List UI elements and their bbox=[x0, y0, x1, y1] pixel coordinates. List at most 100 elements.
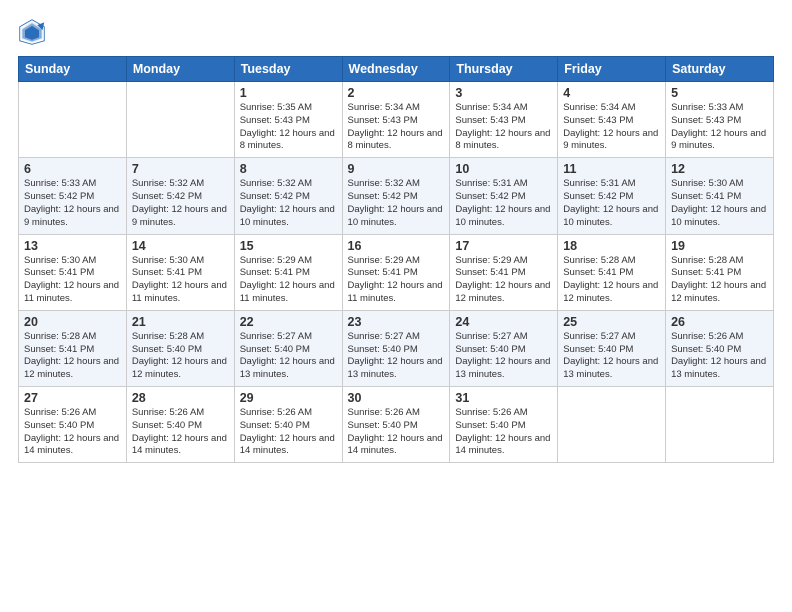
day-info: Sunrise: 5:34 AMSunset: 5:43 PMDaylight:… bbox=[455, 102, 552, 153]
calendar-cell: 1 Sunrise: 5:35 AMSunset: 5:43 PMDaylight… bbox=[234, 82, 342, 158]
day-number: 13 bbox=[24, 239, 121, 253]
day-number: 3 bbox=[455, 86, 552, 100]
day-info: Sunrise: 5:30 AMSunset: 5:41 PMDaylight:… bbox=[671, 178, 768, 229]
calendar-cell: 24 Sunrise: 5:27 AMSunset: 5:40 PMDayligh… bbox=[450, 310, 558, 386]
calendar-cell: 25 Sunrise: 5:27 AMSunset: 5:40 PMDayligh… bbox=[558, 310, 666, 386]
day-info: Sunrise: 5:26 AMSunset: 5:40 PMDaylight:… bbox=[240, 407, 337, 458]
calendar-cell: 6 Sunrise: 5:33 AMSunset: 5:42 PMDaylight… bbox=[19, 158, 127, 234]
calendar-week-row: 27 Sunrise: 5:26 AMSunset: 5:40 PMDayligh… bbox=[19, 387, 774, 463]
calendar-cell: 27 Sunrise: 5:26 AMSunset: 5:40 PMDayligh… bbox=[19, 387, 127, 463]
day-info: Sunrise: 5:32 AMSunset: 5:42 PMDaylight:… bbox=[240, 178, 337, 229]
day-info: Sunrise: 5:31 AMSunset: 5:42 PMDaylight:… bbox=[455, 178, 552, 229]
day-info: Sunrise: 5:35 AMSunset: 5:43 PMDaylight:… bbox=[240, 102, 337, 153]
calendar-week-row: 20 Sunrise: 5:28 AMSunset: 5:41 PMDayligh… bbox=[19, 310, 774, 386]
day-number: 5 bbox=[671, 86, 768, 100]
logo bbox=[18, 18, 52, 46]
day-info: Sunrise: 5:27 AMSunset: 5:40 PMDaylight:… bbox=[455, 331, 552, 382]
day-number: 14 bbox=[132, 239, 229, 253]
calendar-week-row: 13 Sunrise: 5:30 AMSunset: 5:41 PMDayligh… bbox=[19, 234, 774, 310]
calendar-cell: 16Sunrise: 5:29 AMSunset: 5:41 PMDayligh… bbox=[342, 234, 450, 310]
day-info: Sunrise: 5:33 AMSunset: 5:43 PMDaylight:… bbox=[671, 102, 768, 153]
day-info: Sunrise: 5:28 AMSunset: 5:41 PMDaylight:… bbox=[24, 331, 121, 382]
day-number: 11 bbox=[563, 162, 660, 176]
logo-icon bbox=[18, 18, 46, 46]
calendar-cell: 26Sunrise: 5:26 AMSunset: 5:40 PMDayligh… bbox=[666, 310, 774, 386]
day-number: 8 bbox=[240, 162, 337, 176]
day-number: 24 bbox=[455, 315, 552, 329]
day-number: 10 bbox=[455, 162, 552, 176]
calendar-cell bbox=[19, 82, 127, 158]
calendar-cell: 8 Sunrise: 5:32 AMSunset: 5:42 PMDaylight… bbox=[234, 158, 342, 234]
day-info: Sunrise: 5:32 AMSunset: 5:42 PMDaylight:… bbox=[348, 178, 445, 229]
calendar-week-row: 6 Sunrise: 5:33 AMSunset: 5:42 PMDaylight… bbox=[19, 158, 774, 234]
day-info: Sunrise: 5:27 AMSunset: 5:40 PMDaylight:… bbox=[348, 331, 445, 382]
day-number: 4 bbox=[563, 86, 660, 100]
calendar-cell: 22 Sunrise: 5:27 AMSunset: 5:40 PMDayligh… bbox=[234, 310, 342, 386]
day-number: 19 bbox=[671, 239, 768, 253]
weekday-header-thursday: Thursday bbox=[450, 57, 558, 82]
calendar-cell: 9Sunrise: 5:32 AMSunset: 5:42 PMDaylight… bbox=[342, 158, 450, 234]
header bbox=[18, 18, 774, 46]
calendar-cell: 13 Sunrise: 5:30 AMSunset: 5:41 PMDayligh… bbox=[19, 234, 127, 310]
calendar-cell: 29 Sunrise: 5:26 AMSunset: 5:40 PMDayligh… bbox=[234, 387, 342, 463]
weekday-header-friday: Friday bbox=[558, 57, 666, 82]
day-info: Sunrise: 5:30 AMSunset: 5:41 PMDaylight:… bbox=[24, 255, 121, 306]
day-number: 2 bbox=[348, 86, 445, 100]
weekday-header-monday: Monday bbox=[126, 57, 234, 82]
day-number: 27 bbox=[24, 391, 121, 405]
calendar-cell: 14 Sunrise: 5:30 AMSunset: 5:41 PMDayligh… bbox=[126, 234, 234, 310]
day-number: 22 bbox=[240, 315, 337, 329]
weekday-header-row: SundayMondayTuesdayWednesdayThursdayFrid… bbox=[19, 57, 774, 82]
calendar-cell: 17Sunrise: 5:29 AMSunset: 5:41 PMDayligh… bbox=[450, 234, 558, 310]
calendar-cell: 23 Sunrise: 5:27 AMSunset: 5:40 PMDayligh… bbox=[342, 310, 450, 386]
calendar-cell: 30Sunrise: 5:26 AMSunset: 5:40 PMDayligh… bbox=[342, 387, 450, 463]
day-info: Sunrise: 5:26 AMSunset: 5:40 PMDaylight:… bbox=[671, 331, 768, 382]
calendar-cell: 11 Sunrise: 5:31 AMSunset: 5:42 PMDayligh… bbox=[558, 158, 666, 234]
calendar-cell bbox=[126, 82, 234, 158]
day-info: Sunrise: 5:30 AMSunset: 5:41 PMDaylight:… bbox=[132, 255, 229, 306]
day-number: 12 bbox=[671, 162, 768, 176]
calendar-cell: 21Sunrise: 5:28 AMSunset: 5:40 PMDayligh… bbox=[126, 310, 234, 386]
calendar-cell: 12 Sunrise: 5:30 AMSunset: 5:41 PMDayligh… bbox=[666, 158, 774, 234]
weekday-header-sunday: Sunday bbox=[19, 57, 127, 82]
calendar-table: SundayMondayTuesdayWednesdayThursdayFrid… bbox=[18, 56, 774, 463]
day-info: Sunrise: 5:34 AMSunset: 5:43 PMDaylight:… bbox=[348, 102, 445, 153]
day-number: 6 bbox=[24, 162, 121, 176]
calendar-cell bbox=[666, 387, 774, 463]
calendar-cell: 2 Sunrise: 5:34 AMSunset: 5:43 PMDaylight… bbox=[342, 82, 450, 158]
day-number: 20 bbox=[24, 315, 121, 329]
day-number: 23 bbox=[348, 315, 445, 329]
day-number: 15 bbox=[240, 239, 337, 253]
calendar-cell: 18Sunrise: 5:28 AMSunset: 5:41 PMDayligh… bbox=[558, 234, 666, 310]
calendar-cell: 20 Sunrise: 5:28 AMSunset: 5:41 PMDayligh… bbox=[19, 310, 127, 386]
day-number: 30 bbox=[348, 391, 445, 405]
day-info: Sunrise: 5:28 AMSunset: 5:41 PMDaylight:… bbox=[671, 255, 768, 306]
page: SundayMondayTuesdayWednesdayThursdayFrid… bbox=[0, 0, 792, 612]
day-info: Sunrise: 5:26 AMSunset: 5:40 PMDaylight:… bbox=[24, 407, 121, 458]
calendar-cell: 28 Sunrise: 5:26 AMSunset: 5:40 PMDayligh… bbox=[126, 387, 234, 463]
calendar-cell bbox=[558, 387, 666, 463]
calendar-cell: 3 Sunrise: 5:34 AMSunset: 5:43 PMDaylight… bbox=[450, 82, 558, 158]
day-info: Sunrise: 5:29 AMSunset: 5:41 PMDaylight:… bbox=[348, 255, 445, 306]
day-number: 1 bbox=[240, 86, 337, 100]
day-info: Sunrise: 5:29 AMSunset: 5:41 PMDaylight:… bbox=[455, 255, 552, 306]
calendar-week-row: 1 Sunrise: 5:35 AMSunset: 5:43 PMDaylight… bbox=[19, 82, 774, 158]
day-number: 21 bbox=[132, 315, 229, 329]
calendar-cell: 4 Sunrise: 5:34 AMSunset: 5:43 PMDaylight… bbox=[558, 82, 666, 158]
day-info: Sunrise: 5:33 AMSunset: 5:42 PMDaylight:… bbox=[24, 178, 121, 229]
day-info: Sunrise: 5:27 AMSunset: 5:40 PMDaylight:… bbox=[240, 331, 337, 382]
day-info: Sunrise: 5:32 AMSunset: 5:42 PMDaylight:… bbox=[132, 178, 229, 229]
weekday-header-tuesday: Tuesday bbox=[234, 57, 342, 82]
day-info: Sunrise: 5:26 AMSunset: 5:40 PMDaylight:… bbox=[132, 407, 229, 458]
day-info: Sunrise: 5:27 AMSunset: 5:40 PMDaylight:… bbox=[563, 331, 660, 382]
day-number: 18 bbox=[563, 239, 660, 253]
day-number: 7 bbox=[132, 162, 229, 176]
day-info: Sunrise: 5:31 AMSunset: 5:42 PMDaylight:… bbox=[563, 178, 660, 229]
calendar-cell: 7 Sunrise: 5:32 AMSunset: 5:42 PMDaylight… bbox=[126, 158, 234, 234]
day-info: Sunrise: 5:34 AMSunset: 5:43 PMDaylight:… bbox=[563, 102, 660, 153]
weekday-header-saturday: Saturday bbox=[666, 57, 774, 82]
calendar-cell: 10 Sunrise: 5:31 AMSunset: 5:42 PMDayligh… bbox=[450, 158, 558, 234]
day-number: 25 bbox=[563, 315, 660, 329]
day-number: 28 bbox=[132, 391, 229, 405]
day-number: 29 bbox=[240, 391, 337, 405]
